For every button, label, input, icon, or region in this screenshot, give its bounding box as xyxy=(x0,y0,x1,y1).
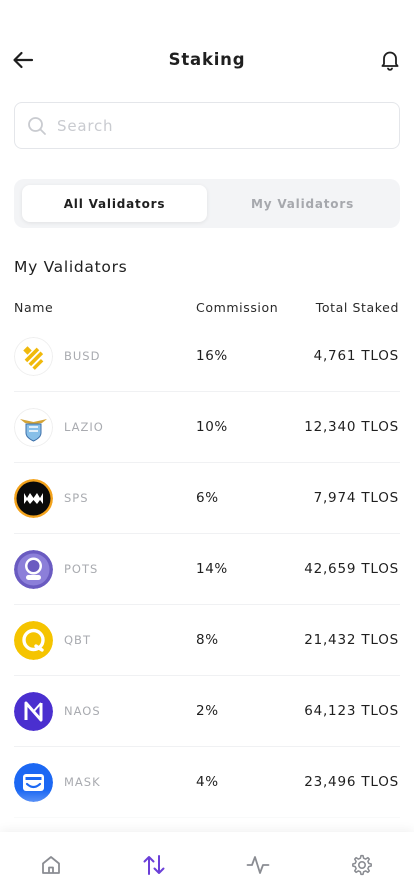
validator-commission: 2% xyxy=(196,703,219,719)
pots-logo-icon xyxy=(14,550,53,589)
search-input[interactable] xyxy=(57,116,357,135)
search-icon xyxy=(28,116,46,135)
nav-settings[interactable] xyxy=(349,852,375,878)
home-icon xyxy=(42,856,60,874)
validator-list: BUSD 16% 4,761 TLOS LAZIO 10% 12,340 TLO… xyxy=(14,321,400,818)
validator-symbol: BUSD xyxy=(64,349,101,363)
validator-total-staked: 7,974 TLOS xyxy=(313,490,399,506)
settings-gear-icon xyxy=(352,854,372,876)
validator-commission: 8% xyxy=(196,632,219,648)
validator-total-staked: 12,340 TLOS xyxy=(304,419,399,435)
validator-commission: 14% xyxy=(196,561,228,577)
validator-commission: 16% xyxy=(196,348,228,364)
validator-symbol: POTS xyxy=(64,562,99,576)
page-title: Staking xyxy=(168,50,246,69)
sps-logo-icon xyxy=(14,479,53,518)
table-row[interactable]: POTS 14% 42,659 TLOS xyxy=(14,534,400,605)
table-header: Name Commission Total Staked xyxy=(14,300,400,318)
validator-total-staked: 64,123 TLOS xyxy=(304,703,399,719)
validator-commission: 4% xyxy=(196,774,219,790)
tab-my-validators[interactable]: My Validators xyxy=(211,185,394,222)
column-header-name: Name xyxy=(14,300,54,315)
column-header-total-staked: Total Staked xyxy=(315,300,399,315)
table-row[interactable]: QBT 8% 21,432 TLOS xyxy=(14,605,400,676)
column-header-commission: Commission xyxy=(196,300,279,315)
qbt-logo-icon xyxy=(14,621,53,660)
transfer-arrows-icon xyxy=(143,855,165,875)
section-title: My Validators xyxy=(14,258,128,276)
header: Staking xyxy=(0,40,414,80)
validator-total-staked: 4,761 TLOS xyxy=(313,348,399,364)
bottom-navigation xyxy=(0,832,414,896)
nav-home[interactable] xyxy=(38,852,64,878)
table-row[interactable]: NAOS 2% 64,123 TLOS xyxy=(14,676,400,747)
bell-icon xyxy=(381,51,399,71)
naos-logo-icon xyxy=(14,692,53,731)
busd-logo-icon xyxy=(14,337,53,376)
tab-all-validators[interactable]: All Validators xyxy=(22,185,207,222)
lazio-logo-icon xyxy=(14,408,53,447)
table-row[interactable]: SPS 6% 7,974 TLOS xyxy=(14,463,400,534)
validator-symbol: LAZIO xyxy=(64,420,104,434)
validator-symbol: MASK xyxy=(64,775,101,789)
notifications-button[interactable] xyxy=(378,48,402,72)
validator-total-staked: 21,432 TLOS xyxy=(304,632,399,648)
list-fade-overlay xyxy=(0,790,414,832)
validator-symbol: NAOS xyxy=(64,704,101,718)
validator-commission: 10% xyxy=(196,419,228,435)
validator-total-staked: 42,659 TLOS xyxy=(304,561,399,577)
validator-total-staked: 23,496 TLOS xyxy=(304,774,399,790)
validator-commission: 6% xyxy=(196,490,219,506)
table-row[interactable]: BUSD 16% 4,761 TLOS xyxy=(14,321,400,392)
nav-staking[interactable] xyxy=(141,852,167,878)
search-box xyxy=(14,102,400,149)
nav-activity[interactable] xyxy=(245,852,271,878)
validator-symbol: SPS xyxy=(64,491,89,505)
activity-icon xyxy=(246,856,270,874)
validator-tabs: All Validators My Validators xyxy=(14,179,400,228)
table-row[interactable]: LAZIO 10% 12,340 TLOS xyxy=(14,392,400,463)
validator-symbol: QBT xyxy=(64,633,91,647)
